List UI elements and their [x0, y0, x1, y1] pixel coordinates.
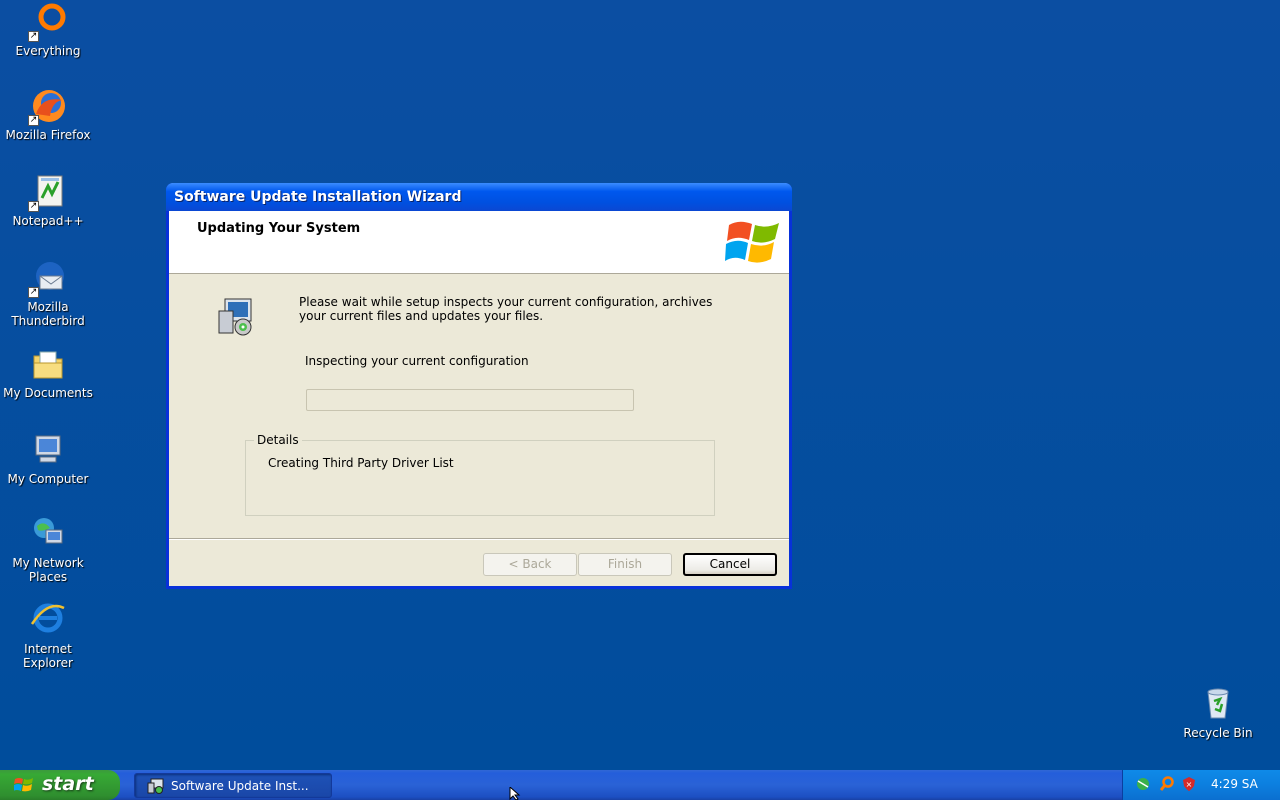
folder-documents-icon: [28, 344, 68, 384]
setup-computer-icon: [147, 778, 164, 794]
dialog-titlebar[interactable]: Software Update Installation Wizard: [166, 183, 792, 211]
desktop-icon-my-computer[interactable]: My Computer: [0, 430, 96, 486]
desktop-icon-label: Recycle Bin: [1183, 726, 1253, 740]
desktop-icon-label: Everything: [15, 44, 81, 58]
internet-explorer-icon: [28, 600, 68, 640]
windows-flag-icon: [14, 778, 33, 792]
back-button[interactable]: < Back: [483, 553, 577, 576]
installation-wizard-dialog: Software Update Installation Wizard Upda…: [166, 183, 792, 589]
finish-button[interactable]: Finish: [578, 553, 672, 576]
shortcut-arrow-icon: ↗: [28, 287, 39, 298]
details-text: Creating Third Party Driver List: [268, 456, 454, 470]
security-shield-tray-icon[interactable]: ×: [1181, 776, 1197, 792]
shortcut-arrow-icon: ↗: [28, 31, 39, 42]
computer-icon: [28, 430, 68, 470]
firefox-icon: ↗: [28, 86, 68, 126]
desktop-icon-recycle-bin[interactable]: Recycle Bin: [1170, 684, 1266, 740]
desktop-icon-label: Mozilla Firefox: [5, 128, 91, 142]
wizard-description: Please wait while setup inspects your cu…: [299, 295, 713, 323]
desktop-icon-label: My Computer: [7, 472, 89, 486]
details-groupbox: Details Creating Third Party Driver List: [245, 433, 715, 516]
desktop-icon-my-network-places[interactable]: My Network Places: [0, 514, 96, 584]
shortcut-arrow-icon: ↗: [28, 115, 39, 126]
desktop-icon-internet-explorer[interactable]: Internet Explorer: [0, 600, 96, 670]
dialog-title: Software Update Installation Wizard: [174, 189, 462, 205]
desktop-icon-label: My Documents: [3, 386, 93, 400]
start-button[interactable]: start: [0, 770, 120, 800]
network-tray-icon[interactable]: [1135, 776, 1151, 792]
shortcut-arrow-icon: ↗: [28, 201, 39, 212]
desktop-icon-label: Internet Explorer: [23, 642, 73, 670]
desktop-icon-label: My Network Places: [12, 556, 84, 584]
system-tray: × 4:29 SA: [1122, 770, 1280, 800]
details-label: Details: [254, 433, 302, 447]
clock: 4:29 SA: [1211, 777, 1258, 791]
taskbar: start Software Update Inst... × 4:29 SA: [0, 770, 1280, 800]
desktop-icon-everything[interactable]: ↗ Everything: [0, 2, 96, 58]
taskbar-button-software-update[interactable]: Software Update Inst...: [134, 773, 332, 798]
progress-bar: [306, 389, 634, 411]
thunderbird-icon: ↗: [28, 258, 68, 298]
network-places-icon: [28, 514, 68, 554]
desktop-icon-thunderbird[interactable]: ↗ Mozilla Thunderbird: [0, 258, 96, 328]
wizard-status-text: Inspecting your current configuration: [305, 354, 529, 368]
wizard-header-title: Updating Your System: [197, 221, 361, 236]
svg-text:×: ×: [1186, 780, 1193, 789]
desktop-icon-firefox[interactable]: ↗ Mozilla Firefox: [0, 86, 96, 142]
notepadpp-icon: ↗: [28, 172, 68, 212]
desktop-icon-label: Mozilla Thunderbird: [11, 300, 85, 328]
desktop-icon-notepadpp[interactable]: ↗ Notepad++: [0, 172, 96, 228]
desktop-icon-label: Notepad++: [12, 214, 84, 228]
everything-icon: ↗: [28, 2, 68, 42]
mouse-cursor-icon: [509, 787, 521, 800]
start-label: start: [42, 773, 94, 795]
desktop-icon-my-documents[interactable]: My Documents: [0, 344, 96, 400]
search-tray-icon[interactable]: [1159, 776, 1175, 792]
setup-computer-icon: [218, 298, 252, 336]
cancel-button[interactable]: Cancel: [683, 553, 777, 576]
windows-logo-icon: [725, 221, 779, 263]
divider: [169, 538, 789, 540]
taskbar-button-label: Software Update Inst...: [171, 779, 309, 793]
wizard-header: Updating Your System: [169, 211, 789, 274]
recycle-bin-icon: [1198, 684, 1238, 724]
